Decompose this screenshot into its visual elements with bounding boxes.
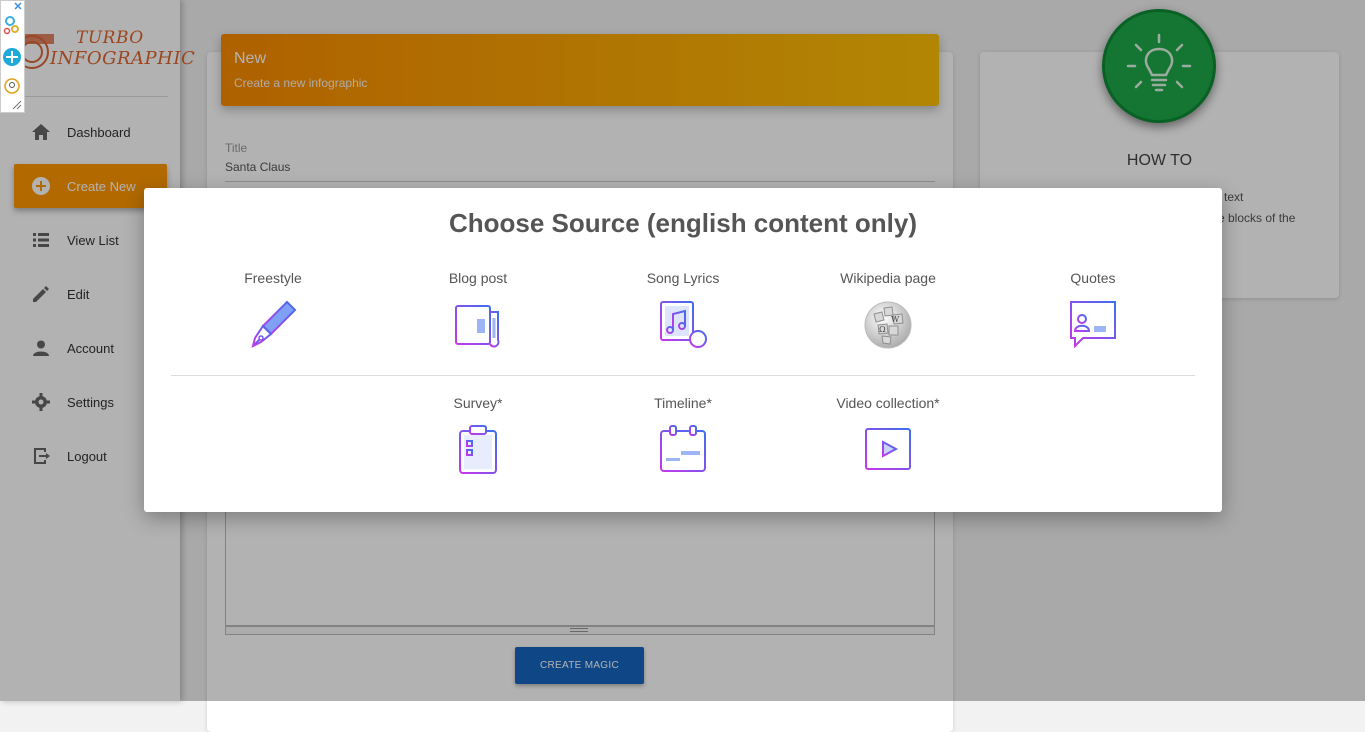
source-label: Song Lyrics [646,270,720,286]
calendar-icon [660,425,706,472]
source-label: Wikipedia page [840,270,936,286]
source-survey[interactable]: Survey* [398,395,558,475]
music-note-icon [660,301,707,348]
source-quotes[interactable]: Quotes [1013,270,1173,350]
ad-choices-icon [3,2,22,110]
source-label: Blog post [448,270,508,286]
ad-widget[interactable] [0,0,25,113]
video-play-icon [865,428,911,470]
source-label: Survey* [453,395,503,411]
newspaper-icon [455,305,500,348]
clipboard-icon [459,425,497,474]
source-label: Video collection* [836,395,940,411]
source-wikipedia-page[interactable]: Wikipedia page Ω W [808,270,968,350]
pen-icon [251,300,297,348]
quote-profile-icon [1070,301,1116,349]
modal-divider [171,375,1195,376]
source-label: Quotes [1070,270,1116,286]
source-label: Freestyle [244,270,302,286]
modal-title: Choose Source (english content only) [448,208,918,238]
svg-text:Ω: Ω [879,325,886,334]
choose-source-modal: Choose Source (english content only) Fre… [144,188,1222,512]
source-blog-post[interactable]: Blog post [398,270,558,350]
source-label: Timeline* [654,395,712,411]
source-timeline[interactable]: Timeline* [603,395,763,475]
source-song-lyrics[interactable]: Song Lyrics [603,270,763,350]
source-video-collection[interactable]: Video collection* [808,395,968,475]
source-freestyle[interactable]: Freestyle [193,270,353,350]
wikipedia-globe-icon: Ω W [864,301,912,349]
svg-text:W: W [891,315,900,324]
